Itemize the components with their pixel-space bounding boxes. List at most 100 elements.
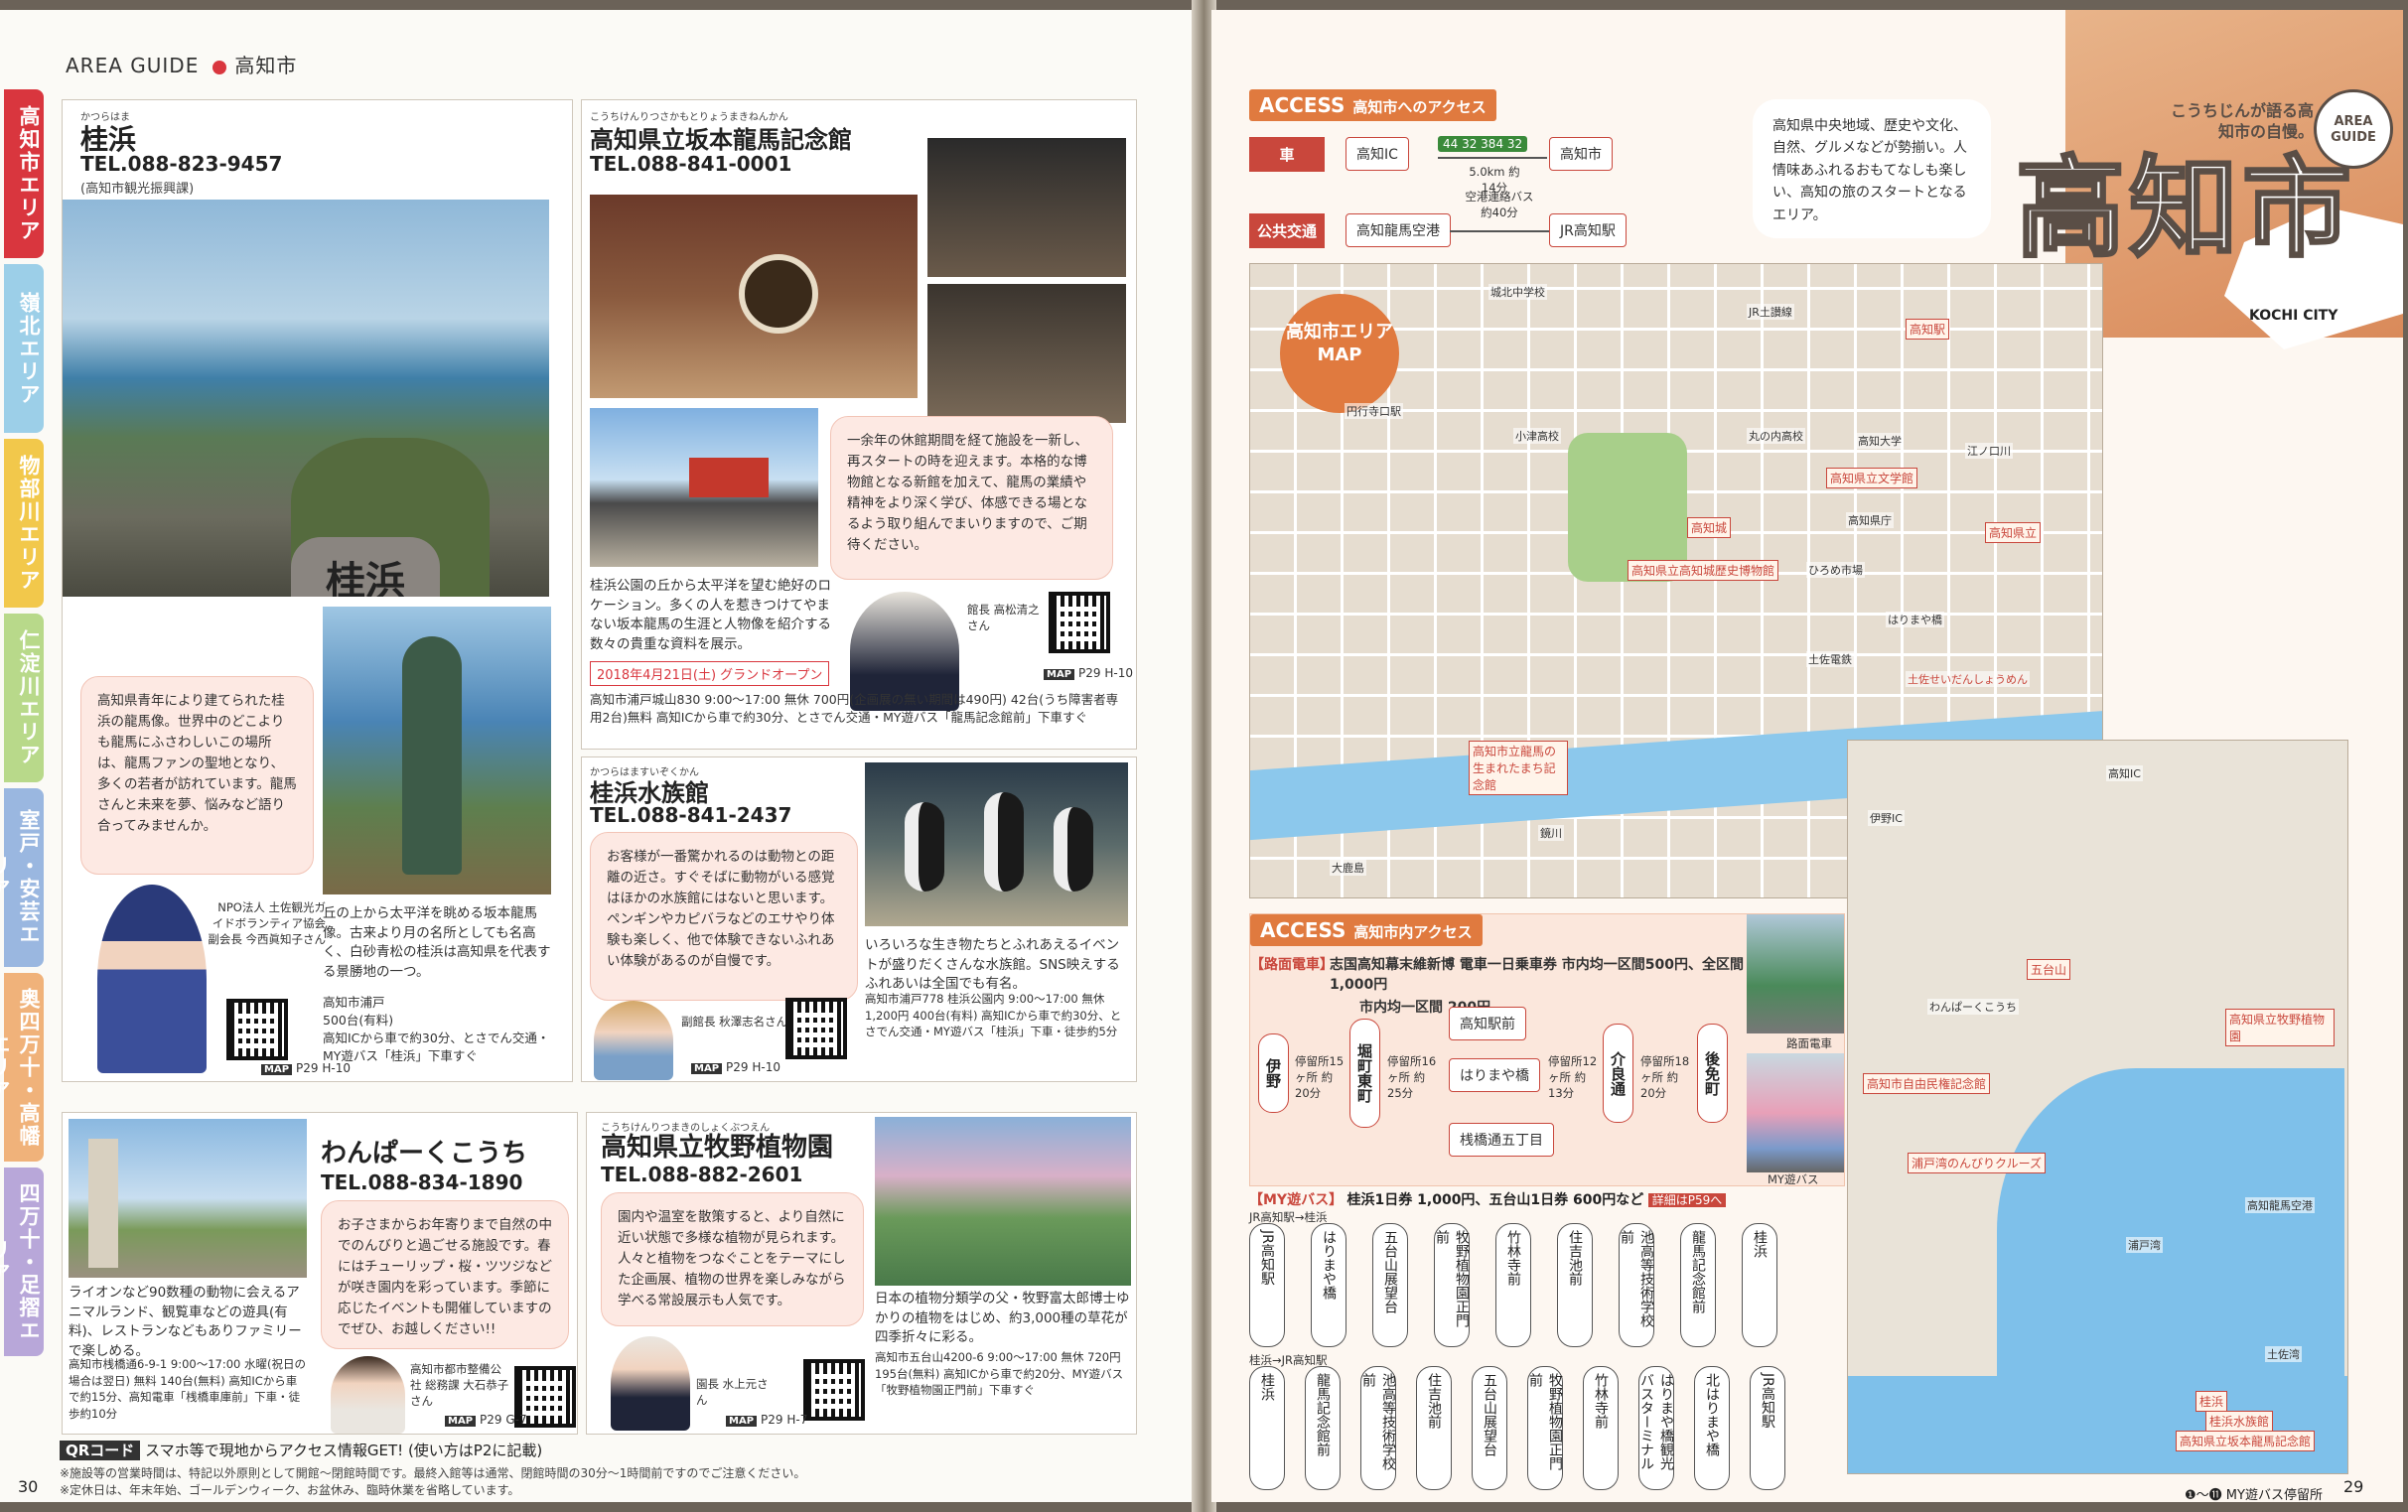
makino-person: 園長 水上元さん: [696, 1377, 769, 1408]
bus-stop[interactable]: 北はりまや橋: [1694, 1366, 1730, 1490]
tab-shimanto-ashizuri[interactable]: 四万十・足摺エリア: [0, 1168, 44, 1356]
tab-okushimanto[interactable]: 奥四万十・高幡エリア: [0, 973, 44, 1162]
map-highlight[interactable]: 高知市立龍馬の生まれたまち記念館: [1469, 741, 1568, 795]
tram-stop[interactable]: 高知駅前: [1449, 1007, 1526, 1040]
ryoma-interior-photo: [590, 195, 918, 398]
bus-stop-label: 竹林寺前: [1593, 1373, 1609, 1429]
bus-more-link[interactable]: 詳細はP59へ: [1647, 1193, 1727, 1207]
bus-stop[interactable]: 桂浜: [1742, 1223, 1777, 1347]
tower-shape: [88, 1139, 118, 1268]
tram-stop[interactable]: はりまや橋: [1449, 1058, 1540, 1092]
tram-stop[interactable]: 桟橋通五丁目: [1449, 1123, 1554, 1157]
makino-qr[interactable]: [803, 1359, 865, 1421]
wanpaku-tel[interactable]: TEL.088-834-1890: [321, 1170, 522, 1194]
wide-map-label: 伊野IC: [1868, 810, 1905, 826]
map-highlight[interactable]: 高知城: [1687, 517, 1732, 538]
tosa-bay: [1848, 1376, 2347, 1473]
header-area: 高知市: [234, 54, 298, 77]
aquarium-info: 高知市浦戸778 桂浜公園内 9:00～17:00 無休 1,200円 400台…: [865, 992, 1122, 1039]
bus-stop[interactable]: 牧野植物園正門前: [1434, 1223, 1470, 1347]
map-highlight[interactable]: 高知県立高知城歴史博物館: [1628, 560, 1779, 581]
wide-map-highlight[interactable]: 高知市自由民権記念館: [1863, 1073, 1991, 1094]
left-footer: QRコード スマホ等で現地からアクセス情報GET! (使い方はP2に記載) ※施…: [60, 1440, 805, 1498]
bus-stop[interactable]: 竹林寺前: [1583, 1366, 1619, 1490]
katsurahama-caption: 丘の上から太平洋を眺める坂本龍馬像。古来より月の名所としても名高く、白砂青松の桂…: [323, 905, 551, 980]
makino-garden-photo: [875, 1117, 1131, 1286]
tab-monobegawa[interactable]: 物部川エリア: [4, 439, 44, 608]
tram-stop[interactable]: 堀町東町: [1349, 1019, 1380, 1128]
bus-stop[interactable]: JR高知駅: [1249, 1223, 1285, 1347]
bus-stops-return: 桂浜 龍馬記念館前 池高等技術学校前 住吉池前 五台山展望台 牧野植物園正門前 竹林寺前 はり…: [1249, 1366, 1845, 1495]
car-category: 車: [1249, 137, 1325, 172]
access-sub: 高知市へのアクセス: [1352, 98, 1487, 116]
katsurahama-parking: 500台(有料): [323, 1013, 394, 1029]
katsurahama-info: 高知市浦戸 500台(有料) 高知ICから車で約30分、とさでん交通・MY遊バス…: [323, 994, 551, 1066]
bus-stop[interactable]: 池高等技術学校前: [1360, 1366, 1396, 1490]
penguin-shape-1: [905, 802, 944, 892]
map-highlight[interactable]: 高知県立文学館: [1826, 468, 1918, 488]
bus-stop[interactable]: 龍馬記念館前: [1680, 1223, 1716, 1347]
bus-stop[interactable]: はりまや橋観光バスターミナル: [1638, 1366, 1674, 1490]
map-label: 城北中学校: [1488, 284, 1547, 300]
tram-stop[interactable]: 伊野: [1258, 1033, 1289, 1113]
wide-map-label: 浦戸湾: [2126, 1237, 2163, 1253]
bus-stop-label: 池高等技術学校前: [1360, 1373, 1396, 1470]
aquarium-qr[interactable]: [785, 998, 847, 1059]
map-highlight[interactable]: 高知駅: [1906, 319, 1950, 340]
katsurahama-tel[interactable]: TEL.088-823-9457: [80, 152, 282, 176]
wide-map-highlight[interactable]: 高知県立牧野植物園: [2225, 1009, 2335, 1046]
bus-stop[interactable]: はりまや橋: [1311, 1223, 1346, 1347]
wide-map-highlight[interactable]: 五台山: [2027, 959, 2071, 980]
bus-stop[interactable]: 桂浜: [1249, 1366, 1285, 1490]
ryoma-qr[interactable]: [1049, 592, 1110, 653]
ryoma-tel[interactable]: TEL.088-841-0001: [590, 152, 791, 176]
qr-text: スマホ等で現地からアクセス情報GET! (使い方はP2に記載): [145, 1442, 543, 1459]
ryoma-open-badge: 2018年4月21日(土) グランドオープン: [590, 661, 830, 686]
wanpaku-mapref: MAP P29 G-7: [445, 1413, 527, 1427]
kochi-wide-map[interactable]: 高知IC 伊野IC 五台山 高知市自由民権記念館 高知県立牧野植物園 浦戸湾のん…: [1847, 740, 2348, 1474]
bus-stop[interactable]: 住吉池前: [1557, 1223, 1593, 1347]
bus-stop-label: 五台山展望台: [1382, 1230, 1398, 1313]
wanpaku-section: わんぱーくこうち TEL.088-834-1890 お子さまからお年寄りまで自然…: [62, 1112, 578, 1435]
tram-stop[interactable]: 後免町: [1697, 1024, 1728, 1123]
public-arrow-line: [1450, 230, 1549, 232]
katsurahama-stone-monument: 桂浜: [291, 537, 440, 597]
makino-tel[interactable]: TEL.088-882-2601: [601, 1163, 802, 1186]
aquarium-tel[interactable]: TEL.088-841-2437: [590, 803, 791, 827]
tab-muroto-aki[interactable]: 室戸・安芸エリア: [0, 788, 44, 967]
aquarium-staff-portrait: [594, 1001, 673, 1080]
bus-stop[interactable]: 住吉池前: [1416, 1366, 1452, 1490]
bus-stop[interactable]: 五台山展望台: [1472, 1366, 1507, 1490]
wide-map-highlight[interactable]: 桂浜水族館: [2205, 1411, 2274, 1432]
inner-access-box: ACCESS 高知市内アクセス 【路面電車】 志国高知幕末維新博 電車一日乗車券 …: [1249, 913, 1845, 1186]
bus-stop[interactable]: 龍馬記念館前: [1305, 1366, 1341, 1490]
bus-stop[interactable]: 牧野植物園正門前: [1527, 1366, 1563, 1490]
header-dot-icon: [212, 60, 227, 74]
tab-niyodogawa[interactable]: 仁淀川エリア: [4, 614, 44, 782]
bus-stop-label: 五台山展望台: [1482, 1373, 1497, 1456]
left-page-number: 30: [18, 1477, 39, 1496]
wide-map-highlight[interactable]: 高知県立坂本龍馬記念館: [2176, 1431, 2316, 1451]
ryoma-bubble: 一余年の休館期間を経て施設を一新し、再スタートの時を迎えます。本格的な博物館とな…: [830, 416, 1113, 580]
bus-stop[interactable]: 竹林寺前: [1495, 1223, 1531, 1347]
wide-map-highlight[interactable]: 浦戸湾のんびりクルーズ: [1908, 1153, 2047, 1173]
penguin-shape-2: [984, 792, 1024, 892]
map-highlight[interactable]: 高知県立: [1985, 522, 2042, 543]
map-label: ひろめ市場: [1806, 562, 1865, 578]
wide-map-highlight[interactable]: 桂浜: [2196, 1391, 2228, 1412]
tab-reihoku[interactable]: 嶺北エリア: [4, 264, 44, 433]
bus-stop[interactable]: 五台山展望台: [1372, 1223, 1408, 1347]
makino-info: 高知市五台山4200-6 9:00～17:00 無休 720円 195台(無料)…: [875, 1350, 1124, 1398]
bus-stop[interactable]: 池高等技術学校前: [1619, 1223, 1654, 1347]
katsurahama-photo: 桂浜: [63, 200, 549, 597]
bus-stop[interactable]: JR高知駅: [1750, 1366, 1785, 1490]
katsurahama-qr[interactable]: [226, 999, 288, 1060]
map-tag: MAP: [261, 1064, 293, 1075]
bus-stops-outbound: JR高知駅 はりまや橋 五台山展望台 牧野植物園正門前 竹林寺前 住吉池前 池高等技術学校前…: [1249, 1223, 1845, 1352]
tab-kochi-city[interactable]: 高知市エリア: [4, 89, 44, 258]
ryoma-info: 高知市浦戸城山830 9:00～17:00 無休 700円(企画展の無い期間は4…: [590, 692, 1119, 726]
tram-stop[interactable]: 介良通: [1603, 1024, 1633, 1123]
bus-stop-label: JR高知駅: [1259, 1230, 1275, 1286]
bus-stop-label: JR高知駅: [1760, 1373, 1775, 1429]
wide-map-label: 高知IC: [2106, 765, 2143, 781]
